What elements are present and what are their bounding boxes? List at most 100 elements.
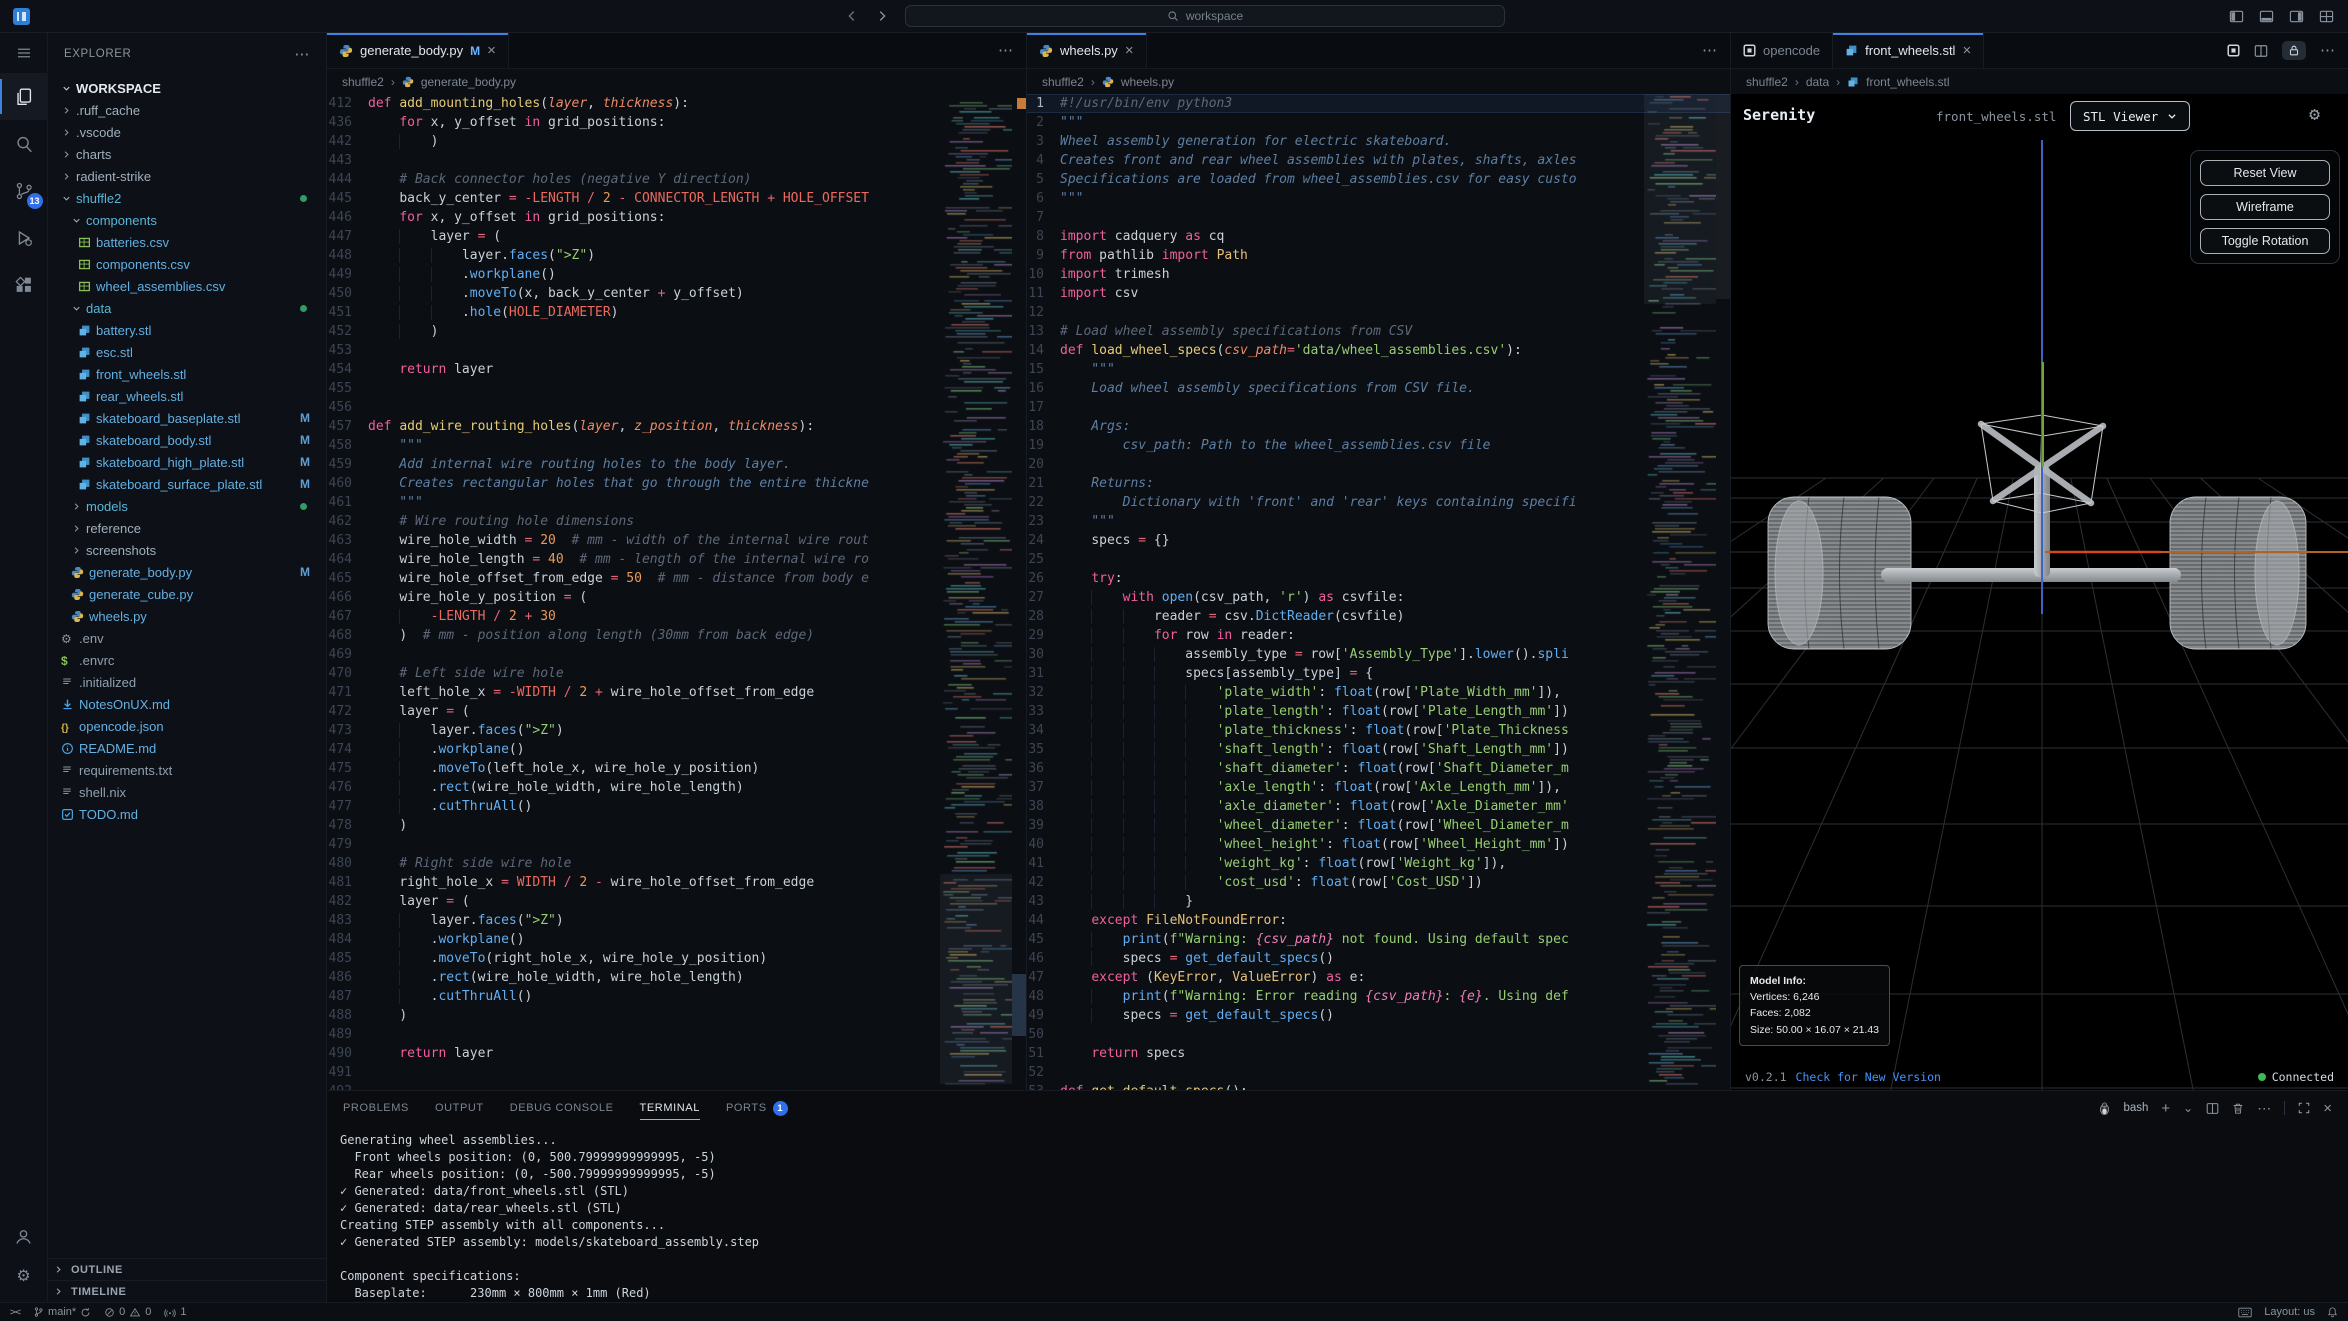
explorer-item-components-csv[interactable]: components.csv [48,253,326,275]
code-line-478[interactable]: 478 ) [327,816,1026,835]
chevron-down-icon[interactable] [71,215,86,226]
code-line-467[interactable]: 467 -LENGTH / 2 + 30 [327,607,1026,626]
tab-ports[interactable]: PORTS1 [726,1091,788,1125]
tab-front-wheels-stl[interactable]: front_wheels.stl [1833,33,1984,68]
code-line-37[interactable]: 37 'axle_length': float(row['Axle_Length… [1027,778,1730,797]
open-changes-icon[interactable] [2227,44,2240,57]
code-line-11[interactable]: 11import csv [1027,284,1730,303]
code-line-29[interactable]: 29 for row in reader: [1027,626,1730,645]
code-line-18[interactable]: 18 Args: [1027,417,1730,436]
code-line-455[interactable]: 455 [327,379,1026,398]
code-line-51[interactable]: 51 return specs [1027,1044,1730,1063]
kill-terminal-trash-icon[interactable] [2232,1102,2244,1115]
terminal-panel[interactable]: PROBLEMS OUTPUT DEBUG CONSOLE TERMINAL P… [327,1090,2348,1302]
explorer-item-opencode-json[interactable]: opencode.json [48,715,326,737]
menu-icon[interactable] [0,33,48,73]
code-line-23[interactable]: 23 """ [1027,512,1730,531]
code-line-40[interactable]: 40 'wheel_height': float(row['Wheel_Heig… [1027,835,1730,854]
timeline-section[interactable]: TIMELINE [48,1280,326,1302]
code-line-475[interactable]: 475 .moveTo(left_hole_x, wire_hole_y_pos… [327,759,1026,778]
code-line-2[interactable]: 2""" [1027,113,1730,132]
code-line-32[interactable]: 32 'plate_width': float(row['Plate_Width… [1027,683,1730,702]
code-line-1[interactable]: 1#!/usr/bin/env python3 [1027,94,1730,113]
code-line-491[interactable]: 491 [327,1063,1026,1082]
code-line-479[interactable]: 479 [327,835,1026,854]
code-line-22[interactable]: 22 Dictionary with 'front' and 'rear' ke… [1027,493,1730,512]
chevron-right-icon[interactable] [71,545,86,556]
explorer-item-skateboard-baseplate-stl[interactable]: skateboard_baseplate.stlM [48,407,326,429]
remote-indicator-icon[interactable]: >< [10,1307,20,1318]
code-line-492[interactable]: 492 [327,1082,1026,1090]
nav-forward-icon[interactable] [875,9,889,23]
ports-item[interactable]: 1 [164,1306,186,1318]
code-line-490[interactable]: 490 return layer [327,1044,1026,1063]
code-line-12[interactable]: 12 [1027,303,1730,322]
viewer-settings-gear-icon[interactable] [2309,104,2320,125]
code-line-6[interactable]: 6""" [1027,189,1730,208]
outline-section[interactable]: OUTLINE [48,1258,326,1280]
code-line-457[interactable]: 457def add_wire_routing_holes(layer, z_p… [327,417,1026,436]
explorer-item-shell-nix[interactable]: shell.nix [48,781,326,803]
chevron-right-icon[interactable] [61,127,76,138]
code-line-454[interactable]: 454 return layer [327,360,1026,379]
explorer-item-notesonux-md[interactable]: NotesOnUX.md [48,693,326,715]
breadcrumb[interactable]: shuffle2 data front_wheels.stl [1731,69,2348,94]
code-line-460[interactable]: 460 Creates rectangular holes that go th… [327,474,1026,493]
code-line-473[interactable]: 473 layer.faces(">Z") [327,721,1026,740]
code-line-7[interactable]: 7 [1027,208,1730,227]
code-line-39[interactable]: 39 'wheel_diameter': float(row['Wheel_Di… [1027,816,1730,835]
explorer-item-charts[interactable]: charts [48,143,326,165]
code-line-36[interactable]: 36 'shaft_diameter': float(row['Shaft_Di… [1027,759,1730,778]
code-line-45[interactable]: 45 print(f"Warning: {csv_path} not found… [1027,930,1730,949]
breadcrumb[interactable]: shuffle2 wheels.py [1027,69,1730,94]
problems-item[interactable]: 0 0 [104,1306,151,1318]
code-line-476[interactable]: 476 .rect(wire_hole_width, wire_hole_len… [327,778,1026,797]
explorer-item--initialized[interactable]: .initialized [48,671,326,693]
code-line-461[interactable]: 461 """ [327,493,1026,512]
code-line-450[interactable]: 450 .moveTo(x, back_y_center + y_offset) [327,284,1026,303]
explorer-item-data[interactable]: data [48,297,326,319]
split-terminal-icon[interactable] [2206,1102,2219,1115]
code-line-449[interactable]: 449 .workplane() [327,265,1026,284]
toggle-rotation-button[interactable]: Toggle Rotation [2200,228,2330,254]
code-line-44[interactable]: 44 except FileNotFoundError: [1027,911,1730,930]
code-line-31[interactable]: 31 specs[assembly_type] = { [1027,664,1730,683]
code-line-463[interactable]: 463 wire_hole_width = 20 # mm - width of… [327,531,1026,550]
source-control-icon[interactable]: 13 [0,167,48,214]
chevron-down-icon[interactable] [71,303,86,314]
code-line-483[interactable]: 483 layer.faces(">Z") [327,911,1026,930]
explorer-more-icon[interactable] [294,45,310,63]
customize-layout-icon[interactable] [2319,9,2334,24]
code-line-489[interactable]: 489 [327,1025,1026,1044]
code-line-464[interactable]: 464 wire_hole_length = 40 # mm - length … [327,550,1026,569]
code-line-465[interactable]: 465 wire_hole_offset_from_edge = 50 # mm… [327,569,1026,588]
stl-viewer[interactable]: Serenity front_wheels.stl STL Viewer [1731,94,2348,1090]
explorer-item-battery-stl[interactable]: battery.stl [48,319,326,341]
code-line-43[interactable]: 43 } [1027,892,1730,911]
code-line-26[interactable]: 26 try: [1027,569,1730,588]
code-line-16[interactable]: 16 Load wheel assembly specifications fr… [1027,379,1730,398]
tab-opencode[interactable]: opencode [1731,33,1833,68]
code-line-3[interactable]: 3Wheel assembly generation for electric … [1027,132,1730,151]
code-line-9[interactable]: 9from pathlib import Path [1027,246,1730,265]
editor-actions-more-icon[interactable] [2320,41,2335,60]
terminal-more-icon[interactable] [2257,1100,2271,1117]
explorer-item-radient-strike[interactable]: radient-strike [48,165,326,187]
close-icon[interactable] [1125,42,1134,59]
code-line-4[interactable]: 4Creates front and rear wheel assemblies… [1027,151,1730,170]
explorer-item-todo-md[interactable]: TODO.md [48,803,326,825]
code-line-486[interactable]: 486 .rect(wire_hole_width, wire_hole_len… [327,968,1026,987]
code-editor[interactable]: 1#!/usr/bin/env python32"""3Wheel assemb… [1027,94,1730,1090]
account-icon[interactable] [0,1216,48,1256]
code-line-453[interactable]: 453 [327,341,1026,360]
git-branch-item[interactable]: main* [33,1306,91,1318]
explorer-item-screenshots[interactable]: screenshots [48,539,326,561]
explorer-icon[interactable] [0,73,48,120]
3d-scene[interactable] [1731,140,2348,1090]
editor-actions-more-icon[interactable] [1702,41,1717,60]
explorer-item-requirements-txt[interactable]: requirements.txt [48,759,326,781]
explorer-item-wheel-assemblies-csv[interactable]: wheel_assemblies.csv [48,275,326,297]
explorer-item--env[interactable]: .env [48,627,326,649]
code-line-459[interactable]: 459 Add internal wire routing holes to t… [327,455,1026,474]
editor-lock-icon[interactable] [2282,41,2306,60]
